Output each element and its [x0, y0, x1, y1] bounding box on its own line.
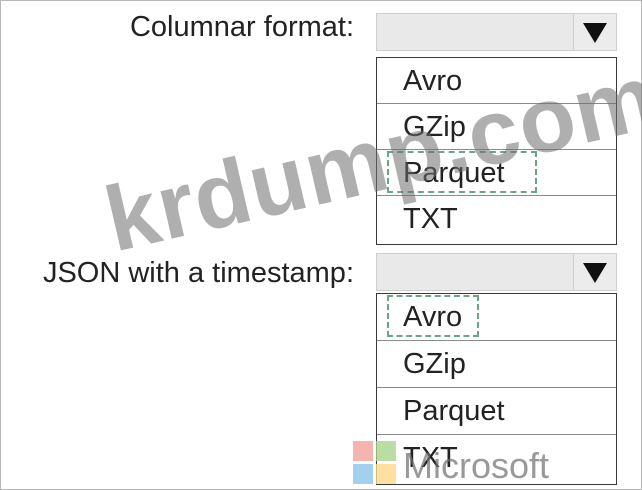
option-avro[interactable]: Avro [377, 58, 616, 104]
dropdown-arrow-button[interactable] [573, 254, 616, 290]
dropdown-arrow-button[interactable] [573, 14, 616, 50]
option-avro[interactable]: Avro [377, 294, 616, 341]
microsoft-logo-text: Microsoft [403, 445, 550, 486]
microsoft-logo-icon [353, 441, 396, 484]
columnar-format-options: Avro GZip Parquet TXT [376, 57, 617, 245]
json-timestamp-label: JSON with a timestamp: [42, 257, 354, 289]
option-gzip[interactable]: GZip [377, 341, 616, 388]
triangle-down-icon [583, 23, 607, 43]
option-parquet[interactable]: Parquet [377, 388, 616, 435]
question-panel: Columnar format: Avro GZip Parquet TXT J… [0, 0, 642, 490]
triangle-down-icon [583, 263, 607, 283]
columnar-format-label: Columnar format: [129, 11, 354, 43]
option-txt[interactable]: TXT [377, 196, 616, 242]
option-gzip[interactable]: GZip [377, 104, 616, 150]
option-parquet[interactable]: Parquet [377, 150, 616, 196]
columnar-format-select[interactable] [376, 13, 617, 51]
json-timestamp-select[interactable] [376, 253, 617, 291]
